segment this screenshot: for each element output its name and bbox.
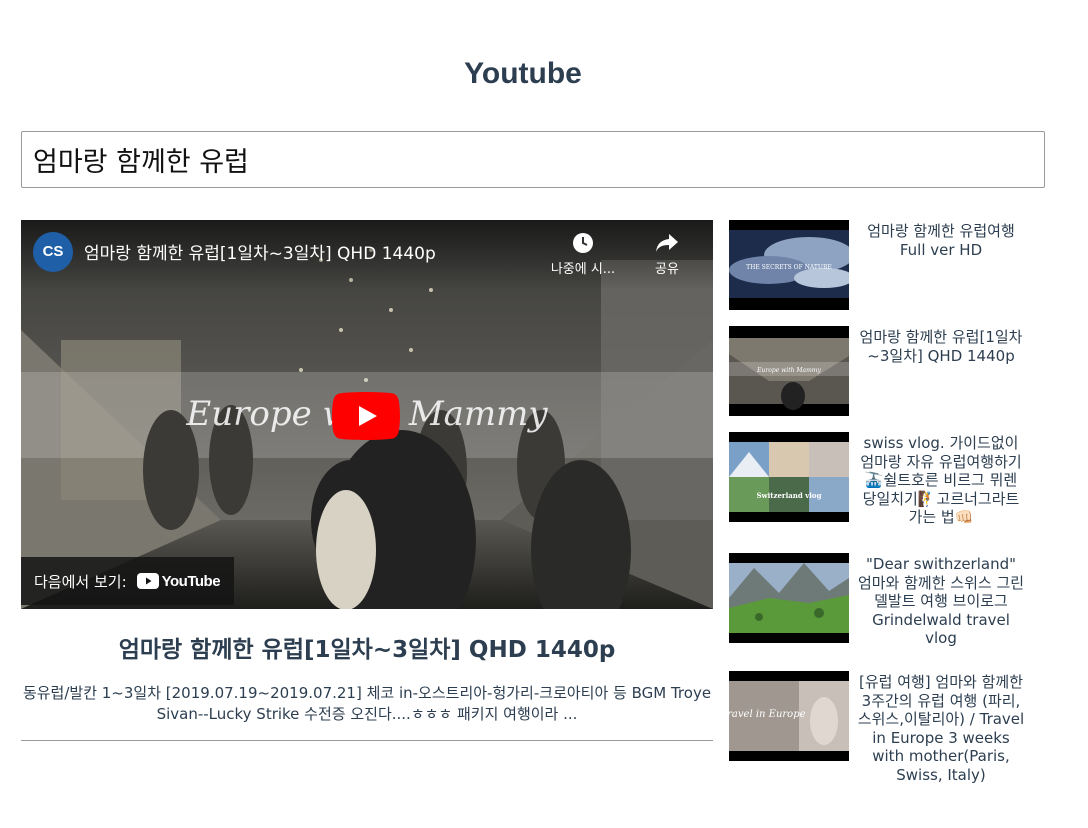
- share-label: 공유: [655, 262, 679, 277]
- related-video-thumbnail[interactable]: [729, 553, 849, 643]
- player-title[interactable]: 엄마랑 함께한 유럽[1일차~3일차] QHD 1440p: [84, 239, 436, 264]
- related-video-thumbnail[interactable]: Europe with Mammy: [729, 326, 849, 416]
- thumb-caption: THE SECRETS OF NATURE: [746, 264, 832, 271]
- related-video-title[interactable]: 엄마랑 함께한 유럽[1일차~3일차] QHD 1440p: [857, 328, 1025, 365]
- related-video-title[interactable]: "Dear swithzerland" 엄마와 함께한 스위스 그린델발트 여행…: [857, 555, 1025, 648]
- divider: [21, 740, 713, 741]
- play-icon: [332, 392, 400, 440]
- related-video-thumbnail[interactable]: Switzerland vlog: [729, 432, 849, 522]
- youtube-logo-icon: YouTube: [136, 572, 221, 590]
- play-button[interactable]: [332, 392, 400, 440]
- search-input[interactable]: [21, 131, 1045, 188]
- thumb-caption: Switzerland vlog: [757, 491, 822, 500]
- thumb-caption: Travel in Europe: [729, 709, 806, 720]
- watch-on-youtube-button[interactable]: 다음에서 보기: YouTube: [21, 557, 235, 605]
- related-video-title[interactable]: [유럽 여행] 엄마와 함께한 3주간의 유럽 여행 (파리,스위스,이탈리아)…: [857, 673, 1025, 784]
- thumb-caption: Europe with Mammy: [756, 367, 821, 374]
- related-video-title[interactable]: 엄마랑 함께한 유럽여행 Full ver HD: [857, 222, 1025, 259]
- related-video-thumbnail[interactable]: THE SECRETS OF NATURE: [729, 220, 849, 310]
- youtube-logo-text: YouTube: [161, 572, 221, 590]
- app-title: Youtube: [464, 57, 582, 90]
- video-player[interactable]: Europe with Mammy CS 엄마랑 함께한 유럽[1일차~3일차]…: [21, 220, 713, 609]
- share-button[interactable]: 공유: [641, 232, 693, 277]
- related-video-thumbnail[interactable]: Travel in Europe: [729, 671, 849, 761]
- related-video-title[interactable]: swiss vlog. 가이드없이 엄마랑 자유 유럽여행하기 🚠쉴트호른 비르…: [857, 434, 1025, 527]
- video-description: 동유럽/발칸 1~3일차 [2019.07.19~2019.07.21] 체코 …: [22, 684, 712, 723]
- channel-avatar[interactable]: CS: [33, 232, 73, 272]
- clock-icon: [573, 233, 593, 253]
- watch-later-label: 나중에 시...: [550, 262, 616, 277]
- video-title: 엄마랑 함께한 유럽[1일차~3일차] QHD 1440p: [118, 637, 616, 663]
- watch-later-button[interactable]: 나중에 시...: [537, 232, 629, 277]
- share-icon: [656, 234, 678, 252]
- watch-on-label: 다음에서 보기:: [34, 572, 127, 591]
